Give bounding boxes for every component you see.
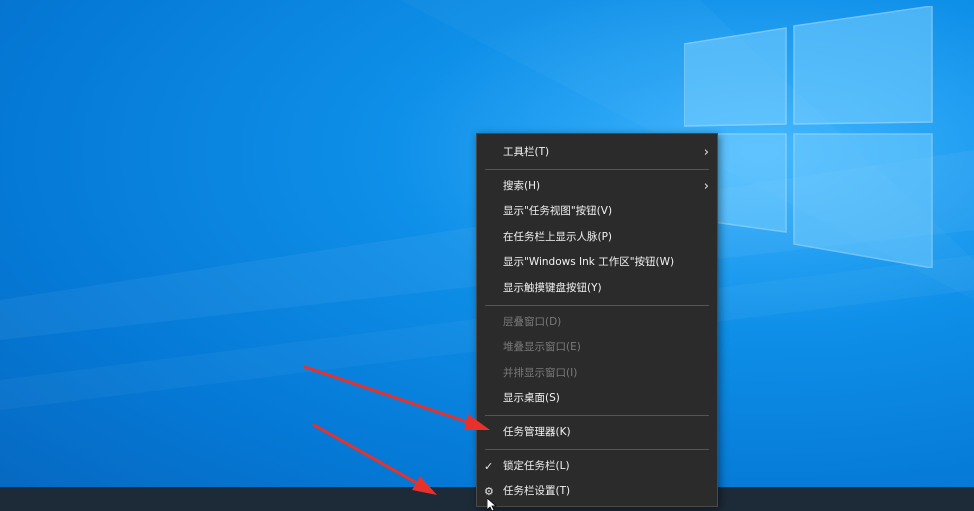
menu-item-show-people[interactable]: 在任务栏上显示人脉(P) — [477, 225, 717, 251]
red-arrow-taskbar-settings — [312, 423, 437, 495]
menu-item-search[interactable]: 搜索(H) › — [477, 174, 717, 200]
chevron-right-icon: › — [703, 178, 709, 194]
menu-item-show-touch-keyboard[interactable]: 显示触摸键盘按钮(Y) — [477, 276, 717, 302]
desktop-background: 工具栏(T) › 搜索(H) › 显示"任务视图"按钮(V) 在任务栏上显示人脉… — [0, 0, 974, 511]
checkmark-icon: ✓ — [484, 459, 494, 473]
menu-item-toolbars[interactable]: 工具栏(T) › — [477, 140, 717, 166]
menu-item-label: 堆叠显示窗口(E) — [503, 341, 581, 354]
menu-item-label: 并排显示窗口(I) — [503, 366, 578, 379]
menu-item-cascade: 层叠窗口(D) — [477, 310, 717, 336]
menu-item-show-task-view[interactable]: 显示"任务视图"按钮(V) — [477, 199, 717, 225]
menu-item-taskbar-settings[interactable]: ⚙ 任务栏设置(T) — [477, 479, 717, 505]
menu-separator — [485, 449, 709, 451]
menu-item-label: 任务管理器(K) — [503, 425, 571, 438]
menu-item-lock-taskbar[interactable]: ✓ 锁定任务栏(L) — [477, 454, 717, 480]
menu-separator — [485, 169, 709, 171]
menu-item-label: 在任务栏上显示人脉(P) — [503, 230, 613, 243]
menu-item-label: 搜索(H) — [503, 179, 541, 192]
menu-item-label: 显示"Windows Ink 工作区"按钮(W) — [503, 256, 675, 269]
mouse-pointer-icon — [487, 498, 497, 511]
chevron-right-icon: › — [703, 145, 709, 160]
menu-item-stacked: 堆叠显示窗口(E) — [477, 335, 717, 361]
menu-item-label: 显示触摸键盘按钮(Y) — [503, 281, 602, 294]
windows-logo — [684, 6, 933, 268]
menu-item-label: 层叠窗口(D) — [503, 315, 562, 328]
menu-separator — [485, 415, 709, 417]
menu-item-label: 显示"任务视图"按钮(V) — [503, 205, 613, 218]
menu-item-label: 工具栏(T) — [503, 146, 550, 158]
menu-item-task-manager[interactable]: 任务管理器(K) — [477, 420, 717, 446]
menu-item-side-by-side: 并排显示窗口(I) — [477, 361, 717, 387]
menu-item-show-ink[interactable]: 显示"Windows Ink 工作区"按钮(W) — [477, 250, 717, 276]
menu-item-label: 任务栏设置(T) — [503, 485, 571, 498]
menu-item-show-desktop[interactable]: 显示桌面(S) — [477, 386, 717, 412]
menu-separator — [485, 305, 709, 307]
red-arrow-task-manager — [303, 365, 490, 430]
menu-item-label: 显示桌面(S) — [503, 392, 560, 405]
taskbar-context-menu: 工具栏(T) › 搜索(H) › 显示"任务视图"按钮(V) 在任务栏上显示人脉… — [476, 133, 718, 507]
menu-item-label: 锁定任务栏(L) — [503, 459, 570, 472]
